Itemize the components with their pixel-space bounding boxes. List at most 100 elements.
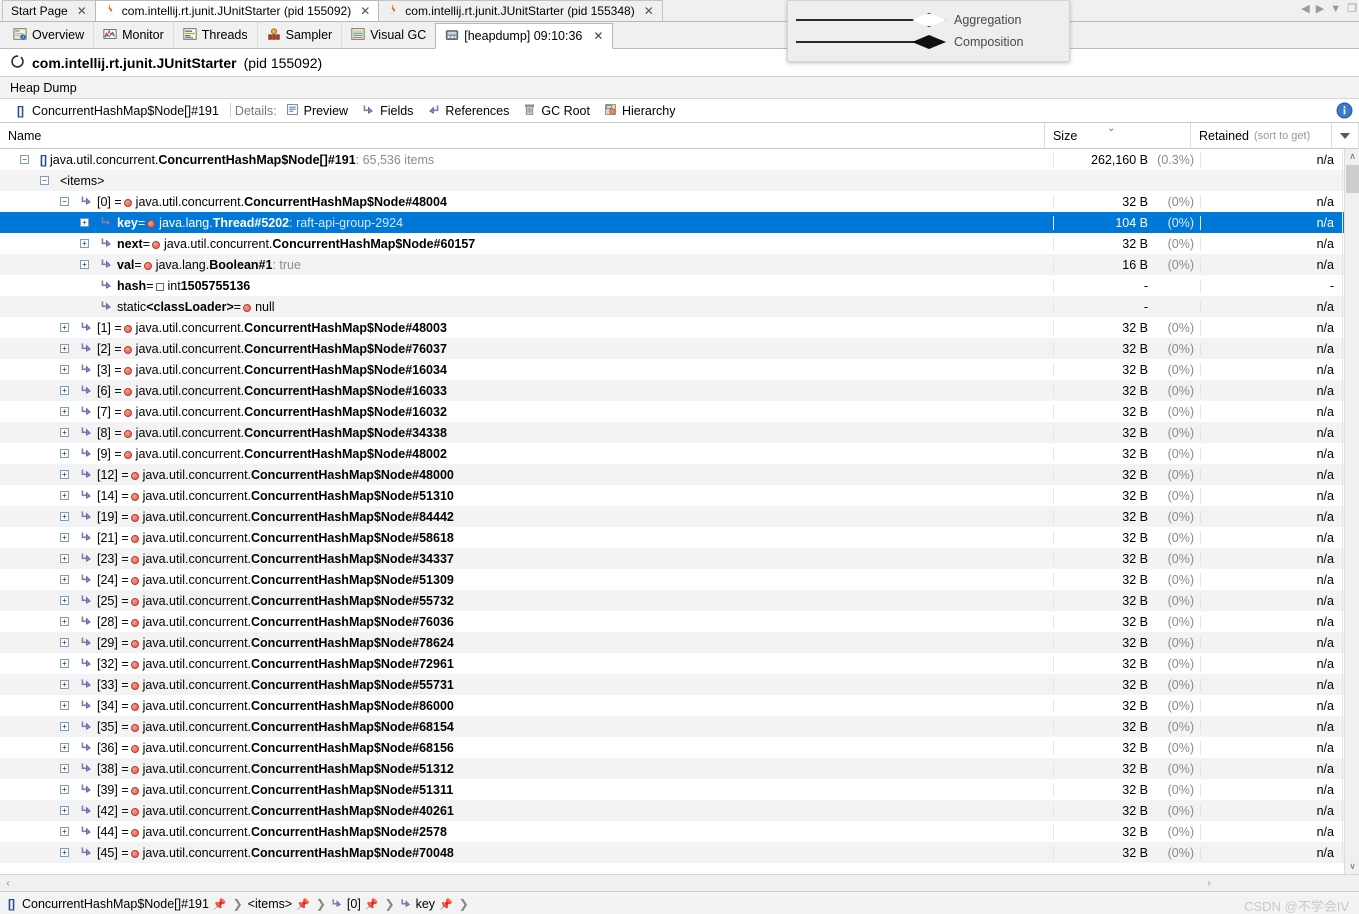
table-row[interactable]: + [25] = java.util.concurrent. ConcurrentH… bbox=[0, 590, 1359, 611]
table-row[interactable]: + [39] = java.util.concurrent. ConcurrentH… bbox=[0, 779, 1359, 800]
column-header-retained[interactable]: Retained (sort to get) bbox=[1191, 122, 1332, 149]
tab-sampler[interactable]: Sampler bbox=[256, 22, 342, 48]
table-row[interactable]: − <items> bbox=[0, 170, 1359, 191]
table-row[interactable]: + [33] = java.util.concurrent. ConcurrentH… bbox=[0, 674, 1359, 695]
tree-toggle-expand[interactable]: + bbox=[58, 783, 71, 796]
table-row[interactable]: + [9] = java.util.concurrent. ConcurrentHa… bbox=[0, 443, 1359, 464]
table-row[interactable]: + [32] = java.util.concurrent. ConcurrentH… bbox=[0, 653, 1359, 674]
tree-toggle-expand[interactable]: + bbox=[58, 468, 71, 481]
table-row[interactable]: + [34] = java.util.concurrent. ConcurrentH… bbox=[0, 695, 1359, 716]
tree-toggle-expand[interactable]: + bbox=[58, 447, 71, 460]
breadcrumb-item-index-0[interactable]: [0] 📌 ❯ bbox=[331, 897, 397, 912]
pin-icon[interactable]: 📌 bbox=[213, 898, 227, 911]
horizontal-scrollbar[interactable]: ‹ › bbox=[0, 874, 1359, 891]
table-row[interactable]: + next = java.util.concurrent. ConcurrentH… bbox=[0, 233, 1359, 254]
prev-tab-icon[interactable]: ◀ bbox=[1301, 2, 1309, 15]
table-row[interactable]: + [36] = java.util.concurrent. ConcurrentH… bbox=[0, 737, 1359, 758]
pin-icon[interactable]: 📌 bbox=[439, 898, 453, 911]
table-row[interactable]: + [45] = java.util.concurrent. ConcurrentH… bbox=[0, 842, 1359, 863]
close-icon[interactable]: ✕ bbox=[593, 29, 603, 43]
table-row[interactable]: + val = java.lang. Boolean#1 : true 16 B (0%… bbox=[0, 254, 1359, 275]
window-tab-junit-155092[interactable]: com.intellij.rt.junit.JUnitStarter (pid … bbox=[94, 0, 380, 21]
tree-toggle-expand[interactable]: + bbox=[58, 825, 71, 838]
tree-toggle-expand[interactable]: + bbox=[78, 216, 91, 229]
tree-toggle-expand[interactable]: + bbox=[58, 342, 71, 355]
table-row[interactable]: + [35] = java.util.concurrent. ConcurrentH… bbox=[0, 716, 1359, 737]
tree-toggle-expand[interactable]: + bbox=[58, 321, 71, 334]
table-row[interactable]: + [8] = java.util.concurrent. ConcurrentHa… bbox=[0, 422, 1359, 443]
gc-root-button[interactable]: GC Root bbox=[516, 103, 597, 119]
heap-tree-table[interactable]: −[] java.util.concurrent. ConcurrentHashMa… bbox=[0, 149, 1359, 874]
table-row[interactable]: + [2] = java.util.concurrent. ConcurrentHa… bbox=[0, 338, 1359, 359]
breadcrumb-item-root[interactable]: [] ConcurrentHashMap$Node[]#191 📌 ❯ bbox=[8, 897, 245, 911]
tree-toggle-expand[interactable]: + bbox=[58, 615, 71, 628]
table-row[interactable]: + [6] = java.util.concurrent. ConcurrentHa… bbox=[0, 380, 1359, 401]
table-row[interactable]: + [44] = java.util.concurrent. ConcurrentH… bbox=[0, 821, 1359, 842]
table-row[interactable]: + [42] = java.util.concurrent. ConcurrentH… bbox=[0, 800, 1359, 821]
tree-toggle-expand[interactable]: + bbox=[58, 720, 71, 733]
table-row[interactable]: hash = int 1505755136 - - bbox=[0, 275, 1359, 296]
tree-toggle-expand[interactable]: + bbox=[58, 741, 71, 754]
tab-monitor[interactable]: Monitor bbox=[93, 22, 173, 48]
window-tab-start-page[interactable]: Start Page ✕ bbox=[2, 0, 96, 21]
tab-overview[interactable]: i Overview bbox=[4, 22, 93, 48]
scroll-right-icon[interactable]: › bbox=[1201, 878, 1217, 889]
heap-dump-label[interactable]: Heap Dump bbox=[10, 81, 77, 95]
tree-toggle-expand[interactable]: + bbox=[58, 426, 71, 439]
tree-toggle-expand[interactable]: + bbox=[78, 237, 91, 250]
tree-toggle-expand[interactable]: + bbox=[58, 846, 71, 859]
tree-toggle-expand[interactable]: + bbox=[58, 405, 71, 418]
breadcrumb-item-items[interactable]: <items> 📌 ❯ bbox=[248, 897, 328, 911]
tree-toggle-expand[interactable]: + bbox=[58, 636, 71, 649]
table-row[interactable]: + [19] = java.util.concurrent. ConcurrentH… bbox=[0, 506, 1359, 527]
hierarchy-button[interactable]: Hierarchy bbox=[597, 103, 683, 119]
tree-toggle-expand[interactable]: + bbox=[58, 657, 71, 670]
tree-toggle-collapse[interactable]: − bbox=[18, 153, 31, 166]
column-chooser-icon[interactable] bbox=[1332, 122, 1359, 149]
table-row[interactable]: −[] java.util.concurrent. ConcurrentHashMa… bbox=[0, 149, 1359, 170]
tree-toggle-expand[interactable]: + bbox=[78, 258, 91, 271]
table-row[interactable]: + [7] = java.util.concurrent. ConcurrentHa… bbox=[0, 401, 1359, 422]
table-row[interactable]: + [12] = java.util.concurrent. ConcurrentH… bbox=[0, 464, 1359, 485]
table-row[interactable]: − [0] = java.util.concurrent. ConcurrentHa… bbox=[0, 191, 1359, 212]
table-row[interactable]: + [28] = java.util.concurrent. ConcurrentH… bbox=[0, 611, 1359, 632]
maximize-icon[interactable]: ❐ bbox=[1347, 2, 1357, 15]
scrollbar-thumb[interactable] bbox=[1346, 165, 1359, 193]
scroll-left-icon[interactable]: ‹ bbox=[0, 878, 16, 889]
column-header-name[interactable]: Name bbox=[0, 122, 1045, 149]
pin-icon[interactable]: 📌 bbox=[296, 898, 310, 911]
tree-toggle-expand[interactable]: + bbox=[58, 384, 71, 397]
column-header-size[interactable]: ⌄ Size bbox=[1045, 122, 1191, 149]
tree-toggle-expand[interactable]: + bbox=[58, 762, 71, 775]
references-button[interactable]: References bbox=[420, 103, 516, 119]
scroll-up-icon[interactable]: ∧ bbox=[1345, 149, 1359, 164]
tree-toggle-expand[interactable]: + bbox=[58, 531, 71, 544]
vertical-scrollbar[interactable]: ∧ ∨ bbox=[1344, 149, 1359, 874]
table-row[interactable]: + [29] = java.util.concurrent. ConcurrentH… bbox=[0, 632, 1359, 653]
table-row[interactable]: + [24] = java.util.concurrent. ConcurrentH… bbox=[0, 569, 1359, 590]
table-row[interactable]: + [21] = java.util.concurrent. ConcurrentH… bbox=[0, 527, 1359, 548]
pin-icon[interactable]: 📌 bbox=[365, 898, 379, 911]
table-row[interactable]: + [3] = java.util.concurrent. ConcurrentHa… bbox=[0, 359, 1359, 380]
tab-heapdump[interactable]: [heapdump] 09:10:36 ✕ bbox=[435, 23, 614, 49]
table-row[interactable]: + [23] = java.util.concurrent. ConcurrentH… bbox=[0, 548, 1359, 569]
tab-visual-gc[interactable]: Visual GC bbox=[341, 22, 435, 48]
table-row[interactable]: + [1] = java.util.concurrent. ConcurrentHa… bbox=[0, 317, 1359, 338]
chevron-down-icon[interactable]: ▼ bbox=[1330, 3, 1341, 15]
current-object-chip[interactable]: [] ConcurrentHashMap$Node[]#191 bbox=[10, 104, 226, 118]
tree-toggle-expand[interactable]: + bbox=[58, 573, 71, 586]
table-row[interactable]: static <classLoader> = null - n/a bbox=[0, 296, 1359, 317]
tree-toggle-expand[interactable]: + bbox=[58, 594, 71, 607]
info-icon[interactable] bbox=[1336, 102, 1353, 122]
table-row[interactable]: + [38] = java.util.concurrent. ConcurrentH… bbox=[0, 758, 1359, 779]
tree-toggle-expand[interactable]: + bbox=[58, 699, 71, 712]
window-tab-junit-155348[interactable]: com.intellij.rt.junit.JUnitStarter (pid … bbox=[378, 0, 663, 21]
close-icon[interactable]: ✕ bbox=[644, 4, 654, 18]
table-row[interactable]: + key = java.lang. Thread#5202 : raft-api-… bbox=[0, 212, 1359, 233]
next-tab-icon[interactable]: ▶ bbox=[1316, 2, 1324, 15]
breadcrumb-item-key[interactable]: key 📌 ❯ bbox=[400, 897, 471, 912]
close-icon[interactable]: ✕ bbox=[77, 4, 87, 18]
tree-toggle-expand[interactable]: + bbox=[58, 804, 71, 817]
close-icon[interactable]: ✕ bbox=[360, 4, 370, 18]
tree-toggle-expand[interactable]: + bbox=[58, 678, 71, 691]
